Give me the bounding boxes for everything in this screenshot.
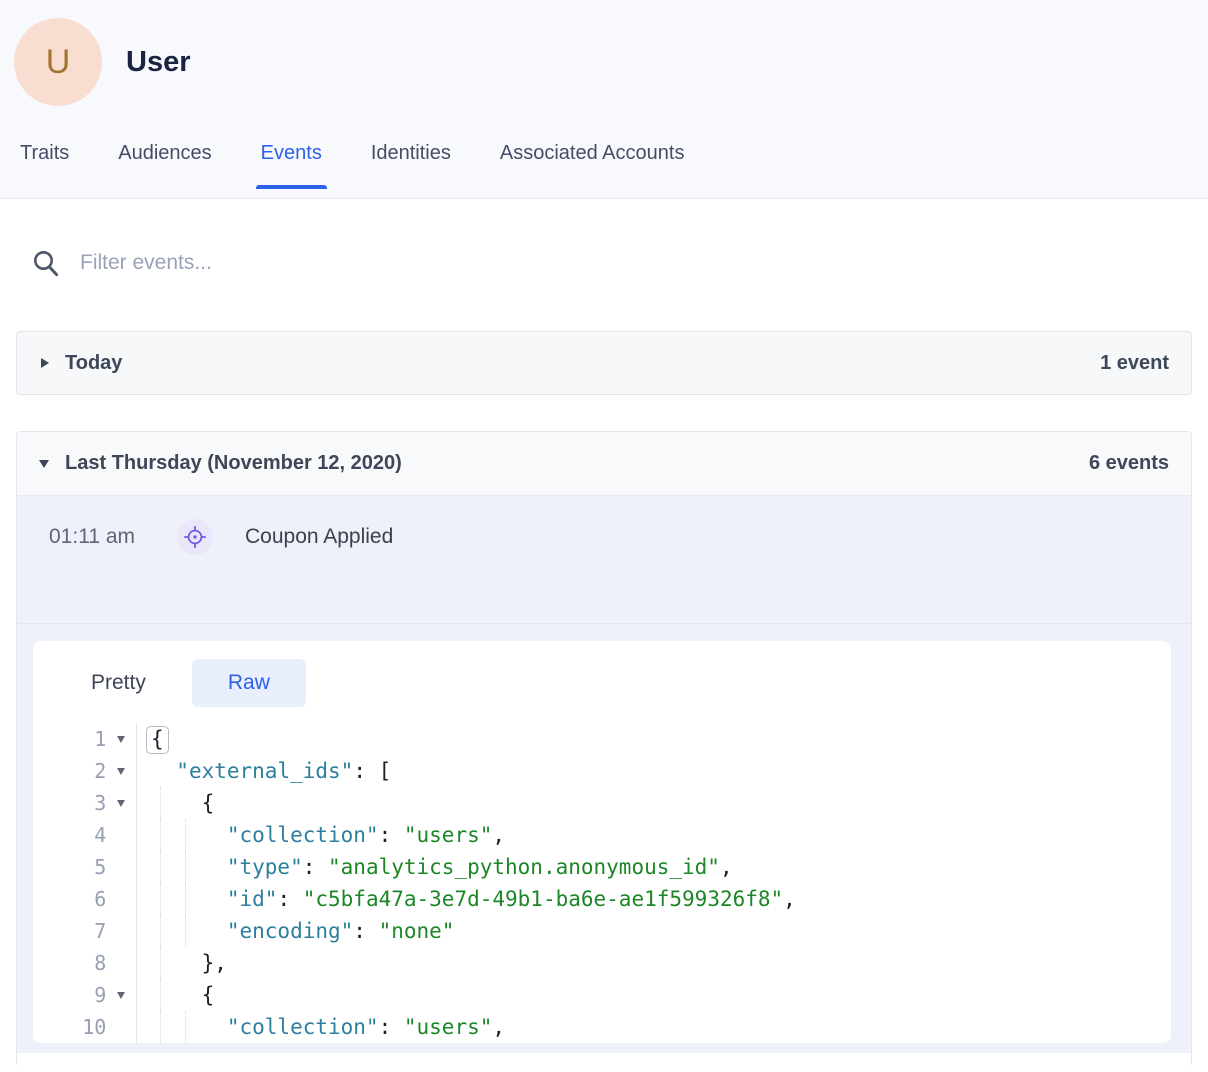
line-number: 2 bbox=[33, 755, 106, 787]
code-line: 10 "collection": "users", bbox=[33, 1011, 1171, 1043]
fold-arrow-icon[interactable] bbox=[106, 723, 136, 755]
line-number: 3 bbox=[33, 787, 106, 819]
code-line: 3 { bbox=[33, 787, 1171, 819]
caret-right-icon bbox=[41, 358, 49, 368]
fold-arrow-icon[interactable] bbox=[106, 755, 136, 787]
raw-view-button[interactable]: Raw bbox=[192, 659, 306, 707]
group-header-last-thursday[interactable]: Last Thursday (November 12, 2020) 6 even… bbox=[17, 432, 1191, 496]
group-count: 6 events bbox=[1089, 452, 1169, 475]
profile-header: U User Traits Audiences Events Identitie… bbox=[0, 0, 1208, 199]
filter-events-input[interactable] bbox=[80, 251, 980, 275]
line-number: 10 bbox=[33, 1011, 106, 1043]
fold-arrow-icon[interactable] bbox=[106, 787, 136, 819]
tab-bar: Traits Audiences Events Identities Assoc… bbox=[0, 142, 1208, 189]
tab-associated-accounts[interactable]: Associated Accounts bbox=[500, 142, 685, 189]
code-line: 9 { bbox=[33, 979, 1171, 1011]
code-line: 7 "encoding": "none" bbox=[33, 915, 1171, 947]
filter-events-bar bbox=[32, 243, 1192, 283]
code-line: 5 "type": "analytics_python.anonymous_id… bbox=[33, 851, 1171, 883]
code-line: 8 }, bbox=[33, 947, 1171, 979]
tab-traits[interactable]: Traits bbox=[20, 142, 69, 189]
line-number: 1 bbox=[33, 723, 106, 755]
code-line: 6 "id": "c5bfa47a-3e7d-49b1-ba6e-ae1f599… bbox=[33, 883, 1171, 915]
avatar: U bbox=[14, 18, 102, 106]
line-number: 4 bbox=[33, 819, 106, 851]
group-count: 1 event bbox=[1100, 352, 1169, 375]
fold-arrow-icon[interactable] bbox=[106, 979, 136, 1011]
tab-audiences[interactable]: Audiences bbox=[118, 142, 211, 189]
caret-down-icon bbox=[39, 460, 49, 468]
group-label: Last Thursday (November 12, 2020) bbox=[65, 452, 402, 475]
code-line: 1 { bbox=[33, 723, 1171, 755]
group-label: Today bbox=[65, 352, 122, 375]
code-line: 4 "collection": "users", bbox=[33, 819, 1171, 851]
event-time: 01:11 am bbox=[49, 525, 157, 549]
search-icon bbox=[32, 249, 60, 278]
event-group-today[interactable]: Today 1 event bbox=[16, 331, 1192, 395]
payload-view-toggle: Pretty Raw bbox=[33, 641, 1171, 723]
code-line: 2 "external_ids": [ bbox=[33, 755, 1171, 787]
event-payload-area: Pretty Raw 1 { 2 "external_ids": [ 3 { bbox=[17, 624, 1191, 1053]
matched-bracket: { bbox=[146, 726, 169, 754]
event-group-last-thursday: Last Thursday (November 12, 2020) 6 even… bbox=[16, 431, 1192, 1065]
line-number: 7 bbox=[33, 915, 106, 947]
json-code-editor[interactable]: 1 { 2 "external_ids": [ 3 { 4 "collectio… bbox=[33, 723, 1171, 1043]
tab-events[interactable]: Events bbox=[261, 142, 322, 189]
page-title: User bbox=[126, 46, 191, 79]
line-number: 5 bbox=[33, 851, 106, 883]
line-number: 9 bbox=[33, 979, 106, 1011]
payload-card: Pretty Raw 1 { 2 "external_ids": [ 3 { bbox=[33, 641, 1171, 1043]
event-row-coupon-applied[interactable]: 01:11 am Coupon Applied bbox=[17, 496, 1191, 624]
event-icon-badge bbox=[177, 519, 213, 555]
target-icon bbox=[182, 524, 208, 550]
next-event-row-partial[interactable] bbox=[17, 1053, 1191, 1065]
event-name: Coupon Applied bbox=[245, 525, 393, 549]
pretty-view-button[interactable]: Pretty bbox=[71, 659, 166, 707]
line-number: 6 bbox=[33, 883, 106, 915]
tab-identities[interactable]: Identities bbox=[371, 142, 451, 189]
line-number: 8 bbox=[33, 947, 106, 979]
